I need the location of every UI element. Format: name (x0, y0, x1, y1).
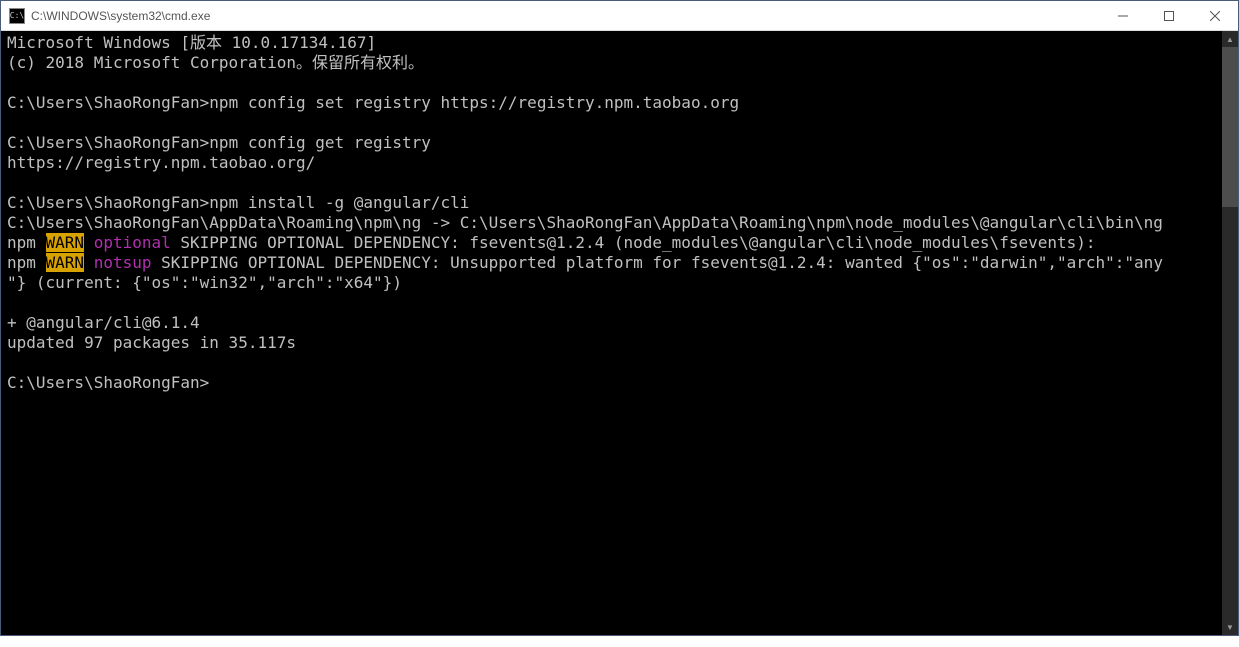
window-controls (1100, 1, 1238, 30)
output-line: + @angular/cli@6.1.4 (7, 313, 200, 332)
copyright-line: (c) 2018 Microsoft Corporation。保留所有权利。 (7, 53, 424, 72)
prompt: C:\Users\ShaoRongFan>npm config get regi… (7, 133, 431, 152)
prompt: C:\Users\ShaoRongFan>npm install -g @ang… (7, 193, 469, 212)
npm-warn-line-wrap: "} (current: {"os":"win32","arch":"x64"}… (7, 273, 402, 292)
scrollbar-thumb[interactable] (1222, 47, 1238, 207)
output-line: updated 97 packages in 35.117s (7, 333, 296, 352)
warn-reason: optional (94, 233, 171, 252)
terminal-output[interactable]: Microsoft Windows [版本 10.0.17134.167] (c… (1, 31, 1222, 635)
scrollbar-up-icon[interactable]: ▲ (1222, 31, 1238, 47)
output-line: C:\Users\ShaoRongFan\AppData\Roaming\npm… (7, 213, 1163, 232)
terminal-wrapper: Microsoft Windows [版本 10.0.17134.167] (c… (1, 31, 1238, 635)
scrollbar[interactable]: ▲ ▼ (1222, 31, 1238, 635)
npm-warn-line: npm WARN optional SKIPPING OPTIONAL DEPE… (7, 233, 1096, 252)
command-text: npm install -g @angular/cli (209, 193, 469, 212)
prompt: C:\Users\ShaoRongFan> (7, 373, 209, 392)
prompt: C:\Users\ShaoRongFan>npm config set regi… (7, 93, 739, 112)
command-text: npm config get registry (209, 133, 431, 152)
warn-reason: notsup (94, 253, 152, 272)
command-text: npm config set registry https://registry… (209, 93, 739, 112)
titlebar[interactable]: C:\ C:\WINDOWS\system32\cmd.exe (1, 1, 1238, 31)
cmd-icon: C:\ (9, 8, 25, 24)
output-line: https://registry.npm.taobao.org/ (7, 153, 315, 172)
scrollbar-down-icon[interactable]: ▼ (1222, 619, 1238, 635)
version-line: Microsoft Windows [版本 10.0.17134.167] (7, 33, 376, 52)
warn-badge: WARN (46, 253, 85, 272)
close-button[interactable] (1192, 1, 1238, 30)
cmd-window: C:\ C:\WINDOWS\system32\cmd.exe Microsof… (0, 0, 1239, 636)
warn-badge: WARN (46, 233, 85, 252)
npm-warn-line: npm WARN notsup SKIPPING OPTIONAL DEPEND… (7, 253, 1163, 272)
minimize-button[interactable] (1100, 1, 1146, 30)
window-title: C:\WINDOWS\system32\cmd.exe (31, 9, 1100, 23)
maximize-button[interactable] (1146, 1, 1192, 30)
